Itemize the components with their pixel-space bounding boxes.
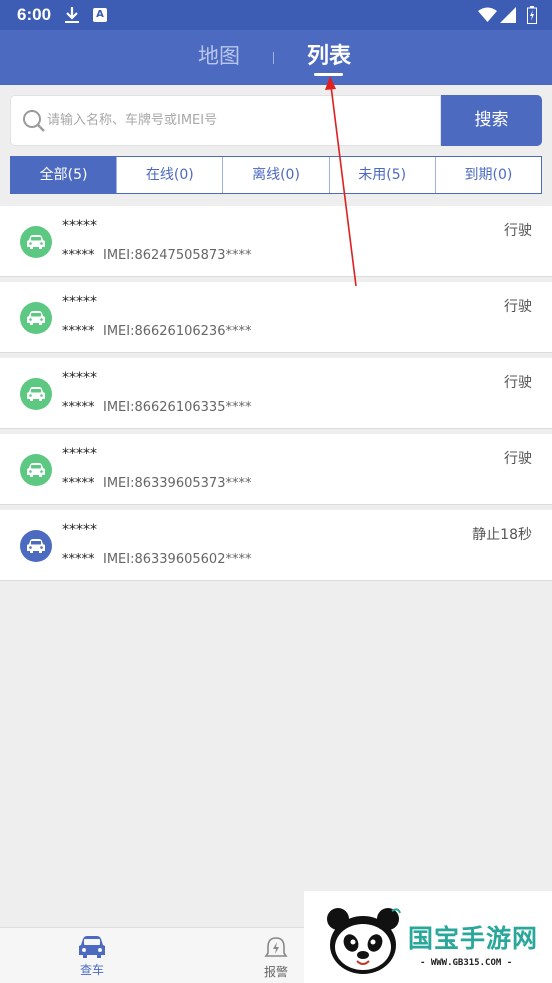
vehicle-imei: IMEI:86626106236**** [103,324,252,339]
vehicle-name: ***** [62,446,97,462]
vehicle-status: 行驶 [504,223,532,239]
alarm-bell-icon [264,937,288,957]
vehicle-plate: ***** [62,400,95,415]
watermark-url: - WWW.GB315.COM - [420,958,513,968]
status-bar: 6:00 A [0,0,552,30]
watermark-title: 国宝手游网 [408,924,539,953]
tab-map[interactable]: 地图 [198,40,240,70]
search-input[interactable] [47,96,437,145]
vehicle-name: ***** [62,522,97,538]
car-icon [20,226,52,258]
wifi-icon [478,7,497,22]
car-icon [20,454,52,486]
search-button[interactable]: 搜索 [441,95,542,146]
nav-cars[interactable]: 查车 [42,928,142,983]
tab-divider [273,52,274,64]
active-tab-indicator [314,73,343,76]
vehicle-imei: IMEI:86339605373**** [103,476,252,491]
vehicle-status: 行驶 [504,451,532,467]
panda-logo-icon [327,908,401,974]
vehicle-row[interactable]: ***** ***** IMEI:86626106335**** 行驶 [0,358,552,429]
search-box [10,95,441,146]
car-icon [20,530,52,562]
filter-unused[interactable]: 未用(5) [329,157,436,193]
vehicle-plate: ***** [62,476,95,491]
vehicle-list: ***** ***** IMEI:86247505873**** 行驶 ****… [0,206,552,586]
battery-icon [527,6,537,24]
vehicle-status: 静止18秒 [472,527,532,543]
vehicle-row[interactable]: ***** ***** IMEI:86339605373**** 行驶 [0,434,552,505]
tab-list[interactable]: 列表 [307,38,351,70]
vehicle-name: ***** [62,218,97,234]
vehicle-plate: ***** [62,324,95,339]
app-icon: A [93,8,107,22]
vehicle-imei: IMEI:86339605602**** [103,552,252,567]
vehicle-plate: ***** [62,248,95,263]
signal-icon [500,7,516,23]
car-icon [20,378,52,410]
header: 地图 列表 [0,30,552,85]
vehicle-plate: ***** [62,552,95,567]
filter-tabs: 全部(5) 在线(0) 离线(0) 未用(5) 到期(0) [10,156,542,194]
vehicle-row[interactable]: ***** ***** IMEI:86339605602**** 静止18秒 [0,510,552,581]
vehicle-status: 行驶 [504,299,532,315]
vehicle-status: 行驶 [504,375,532,391]
nav-cars-label: 查车 [79,963,104,977]
vehicle-name: ***** [62,294,97,310]
vehicle-row[interactable]: ***** ***** IMEI:86247505873**** 行驶 [0,206,552,277]
watermark: 国宝手游网 - WWW.GB315.COM - [304,891,552,983]
search-icon [23,110,45,132]
car-icon [79,936,105,958]
filter-all[interactable]: 全部(5) [11,157,118,193]
status-time: 6:00 [17,5,52,24]
car-icon [20,302,52,334]
download-icon [65,7,79,23]
vehicle-imei: IMEI:86247505873**** [103,248,252,263]
vehicle-name: ***** [62,370,97,386]
vehicle-imei: IMEI:86626106335**** [103,400,252,415]
filter-offline[interactable]: 离线(0) [223,157,330,193]
filter-expired[interactable]: 到期(0) [435,157,542,193]
filter-online[interactable]: 在线(0) [117,157,224,193]
vehicle-row[interactable]: ***** ***** IMEI:86626106236**** 行驶 [0,282,552,353]
